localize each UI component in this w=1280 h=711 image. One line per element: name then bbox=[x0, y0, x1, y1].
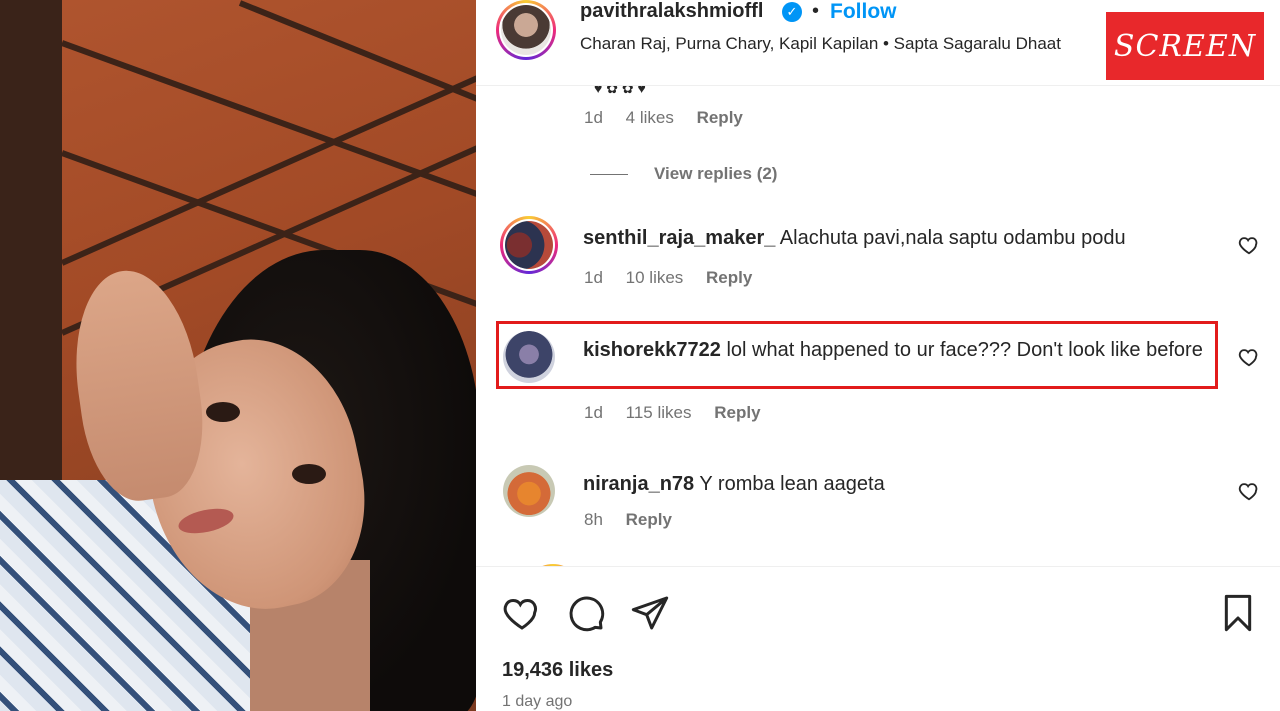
screen-watermark-badge: SCREEN bbox=[1106, 12, 1264, 80]
comment-item: kishorekk7722 lol what happened to ur fa… bbox=[500, 328, 1260, 408]
comment-time: 1d bbox=[584, 268, 603, 287]
verified-badge-icon: ✓ bbox=[782, 2, 802, 22]
view-replies-button[interactable]: View replies (2) bbox=[590, 164, 777, 184]
comment-meta: 1d 10 likes Reply bbox=[584, 268, 770, 288]
photo-plank-line bbox=[60, 40, 476, 224]
author-avatar-image bbox=[501, 5, 551, 55]
comment-avatar[interactable] bbox=[503, 465, 555, 517]
comment-time: 1d bbox=[584, 108, 603, 127]
photo-eye bbox=[206, 402, 240, 422]
comment-body: niranja_n78 Y romba lean aageta bbox=[583, 470, 1203, 498]
share-paper-plane-icon[interactable] bbox=[630, 593, 670, 633]
follow-button[interactable]: Follow bbox=[830, 0, 897, 24]
comment-body: senthil_raja_maker_ Alachuta pavi,nala s… bbox=[583, 224, 1203, 252]
like-comment-heart-icon[interactable] bbox=[1238, 480, 1260, 502]
comment-avatar[interactable] bbox=[503, 331, 555, 383]
comment-meta: 1d 115 likes Reply bbox=[584, 403, 779, 423]
comment-body: kishorekk7722 lol what happened to ur fa… bbox=[583, 336, 1203, 364]
author-username[interactable]: pavithralakshmioffl bbox=[580, 0, 763, 23]
comment-text: Y romba lean aageta bbox=[699, 473, 885, 495]
partial-emoji-row: ♥ ✿ ✿ ♥ bbox=[594, 86, 646, 96]
view-replies-line bbox=[590, 173, 628, 175]
post-photo[interactable] bbox=[0, 0, 476, 711]
like-comment-heart-icon[interactable] bbox=[1238, 234, 1260, 256]
comment-item: niranja_n78 Y romba lean aageta bbox=[500, 462, 1260, 542]
separator-dot: • bbox=[812, 0, 820, 22]
comment-text: lol what happened to ur face??? Don't lo… bbox=[726, 339, 1203, 361]
reply-button[interactable]: Reply bbox=[697, 108, 743, 127]
comment-username[interactable]: kishorekk7722 bbox=[583, 339, 721, 361]
photo-hand bbox=[62, 262, 214, 508]
view-replies-label: View replies (2) bbox=[654, 164, 778, 183]
post-timestamp: 1 day ago bbox=[502, 693, 573, 710]
comment-likes[interactable]: 115 likes bbox=[626, 403, 692, 422]
reply-button[interactable]: Reply bbox=[714, 403, 760, 422]
comment-bubble-icon[interactable] bbox=[566, 593, 606, 633]
comment-avatar[interactable] bbox=[500, 216, 558, 274]
photo-plank-line bbox=[238, 0, 476, 126]
comment-meta: 8h Reply bbox=[584, 510, 690, 530]
comment-likes[interactable]: 4 likes bbox=[626, 108, 674, 127]
post-likes-count[interactable]: 19,436 likes bbox=[502, 659, 613, 682]
comments-list[interactable]: ♥ ✿ ✿ ♥ 1d 4 likes Reply View replies (2… bbox=[476, 86, 1280, 566]
audio-attribution[interactable]: Charan Raj, Purna Chary, Kapil Kapilan •… bbox=[580, 34, 1100, 54]
photo-plank-line bbox=[60, 48, 476, 266]
like-comment-heart-icon[interactable] bbox=[1238, 346, 1260, 368]
comment-username[interactable]: niranja_n78 bbox=[583, 473, 694, 495]
reply-button[interactable]: Reply bbox=[706, 268, 752, 287]
comment-username[interactable]: senthil_raja_maker_ bbox=[583, 227, 775, 249]
comment-meta: 1d 4 likes Reply bbox=[584, 108, 761, 128]
post-actions-bar: 19,436 likes 1 day ago bbox=[476, 566, 1280, 711]
photo-eye bbox=[292, 464, 326, 484]
save-bookmark-icon[interactable] bbox=[1218, 593, 1258, 633]
comment-time: 1d bbox=[584, 403, 603, 422]
author-avatar[interactable] bbox=[496, 0, 556, 60]
post-detail-panel: pavithralakshmioffl ✓ • Follow Charan Ra… bbox=[476, 0, 1280, 711]
comment-time: 8h bbox=[584, 510, 603, 529]
comment-likes[interactable]: 10 likes bbox=[626, 268, 684, 287]
comment-avatar-image bbox=[505, 221, 553, 269]
comment-text: Alachuta pavi,nala saptu odambu podu bbox=[779, 227, 1126, 249]
reply-button[interactable]: Reply bbox=[626, 510, 672, 529]
like-heart-icon[interactable] bbox=[502, 593, 542, 633]
